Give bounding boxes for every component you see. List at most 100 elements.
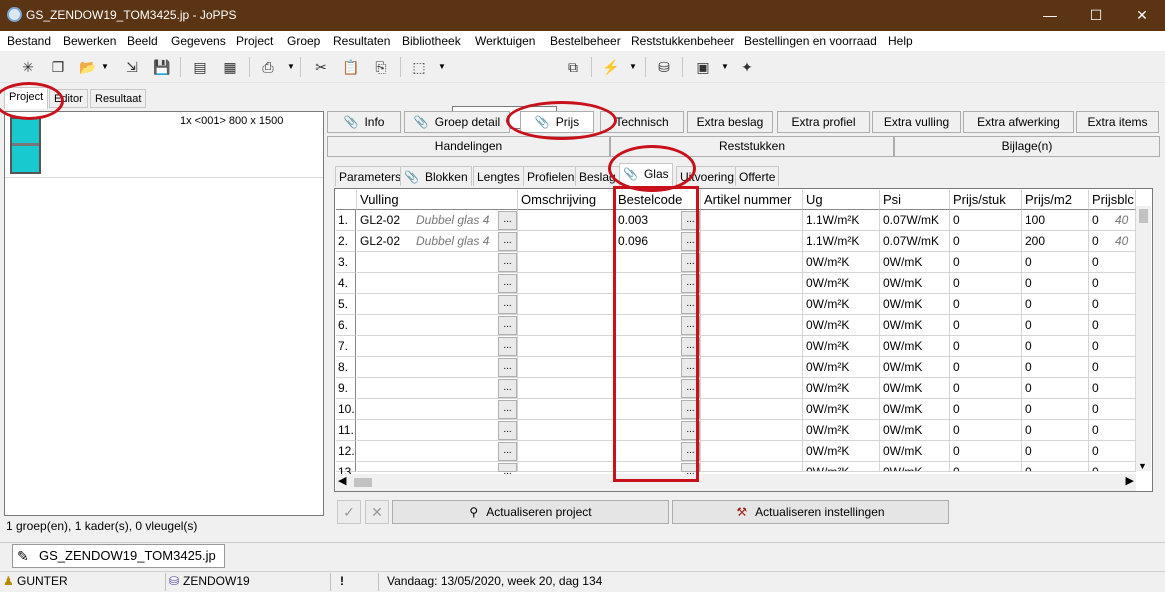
cell-psi[interactable]: 0W/mK xyxy=(880,420,950,441)
row-number[interactable]: 7. xyxy=(336,336,356,357)
cell-psi[interactable]: 0W/mK xyxy=(880,273,950,294)
cell-stuk[interactable]: 0 xyxy=(950,336,1022,357)
cell-m2[interactable]: 0 xyxy=(1022,399,1089,420)
cell-vulling[interactable] xyxy=(357,462,518,472)
cell-artikel[interactable] xyxy=(701,441,803,462)
vulling-browse-button[interactable]: ... xyxy=(498,232,517,251)
menu-bestellingen[interactable]: Bestellingen en voorraad xyxy=(744,34,877,48)
cell-m2[interactable]: 0 xyxy=(1022,315,1089,336)
row-number[interactable]: 13. xyxy=(336,462,356,479)
cell-vulling[interactable] xyxy=(357,273,518,294)
cell-vulling[interactable] xyxy=(357,336,518,357)
cell-psi[interactable]: 0W/mK xyxy=(880,294,950,315)
cell-ug[interactable]: 0W/m²K xyxy=(803,441,880,462)
cell-ug[interactable]: 0W/m²K xyxy=(803,315,880,336)
select-dropdown-icon[interactable]: ▼ xyxy=(437,56,447,78)
cell-stuk[interactable]: 0 xyxy=(950,420,1022,441)
printer-icon[interactable]: ⎙ xyxy=(257,56,279,78)
extra-afwerking-button[interactable]: Extra afwerking xyxy=(963,111,1074,133)
cell-stuk[interactable]: 0 xyxy=(950,315,1022,336)
cut-icon[interactable]: ✂ xyxy=(310,56,332,78)
vertical-scrollbar[interactable]: ▼ xyxy=(1136,206,1151,471)
cell-stuk[interactable]: 0 xyxy=(950,378,1022,399)
bestelcode-browse-button[interactable]: ... xyxy=(681,442,700,461)
menu-resultaten[interactable]: Resultaten xyxy=(333,34,390,48)
extra-items-button[interactable]: Extra items xyxy=(1076,111,1159,133)
cell-ug[interactable]: 0W/m²K xyxy=(803,357,880,378)
cell-psi[interactable]: 0W/mK xyxy=(880,315,950,336)
vulling-browse-button[interactable]: ... xyxy=(498,295,517,314)
tab-resultaat[interactable]: Resultaat xyxy=(90,89,147,108)
cell-m2[interactable]: 0 xyxy=(1022,378,1089,399)
cell-m2[interactable]: 0 xyxy=(1022,441,1089,462)
menu-groep[interactable]: Groep xyxy=(287,34,320,48)
menu-project[interactable]: Project xyxy=(236,34,273,48)
row-number[interactable]: 5. xyxy=(336,294,356,315)
cell-omschr[interactable] xyxy=(518,357,615,378)
cell-blc[interactable]: 0 40 xyxy=(1089,231,1136,252)
extra-vulling-button[interactable]: Extra vulling xyxy=(872,111,961,133)
scroll-left-icon[interactable]: ◀ xyxy=(338,474,346,487)
cell-vulling[interactable] xyxy=(357,420,518,441)
confirm-button[interactable]: ✓ xyxy=(337,500,361,524)
vulling-browse-button[interactable]: ... xyxy=(498,316,517,335)
cell-omschr[interactable] xyxy=(518,273,615,294)
cell-ug[interactable]: 0W/m²K xyxy=(803,399,880,420)
export-icon[interactable]: ⇲ xyxy=(121,56,143,78)
cell-m2[interactable]: 200 xyxy=(1022,231,1089,252)
print-preview-icon[interactable]: ▤ xyxy=(189,56,211,78)
cell-stuk[interactable]: 0 xyxy=(950,273,1022,294)
paste-icon[interactable]: 📋 xyxy=(340,56,362,78)
cell-omschr[interactable] xyxy=(518,231,615,252)
extra-profiel-button[interactable]: Extra profiel xyxy=(777,111,870,133)
reststukken-button[interactable]: Reststukken xyxy=(610,136,894,157)
scroll-down-icon[interactable]: ▼ xyxy=(1138,461,1147,471)
cell-blc[interactable]: 0 40 xyxy=(1089,210,1136,231)
column-header-vulling[interactable]: Vulling xyxy=(357,190,518,210)
tab-beslag[interactable]: Beslag xyxy=(575,166,620,186)
database-help-icon[interactable]: ⛁ xyxy=(653,56,675,78)
cell-m2[interactable]: 0 xyxy=(1022,420,1089,441)
column-header-psi[interactable]: Psi xyxy=(880,190,950,210)
cell-ug[interactable]: 0W/m²K xyxy=(803,252,880,273)
row-number[interactable]: 1. xyxy=(336,210,356,231)
cell-blc[interactable]: 0 xyxy=(1089,273,1136,294)
actualiseren-instellingen-button[interactable]: ⚒ Actualiseren instellingen xyxy=(672,500,949,524)
cell-artikel[interactable] xyxy=(701,357,803,378)
cancel-button[interactable]: ✕ xyxy=(365,500,389,524)
cell-omschr[interactable] xyxy=(518,420,615,441)
cell-stuk[interactable]: 0 xyxy=(950,252,1022,273)
tab-profielen[interactable]: Profielen xyxy=(523,166,579,186)
vulling-browse-button[interactable]: ... xyxy=(498,379,517,398)
menu-beeld[interactable]: Beeld xyxy=(127,34,158,48)
cell-psi[interactable]: 0W/mK xyxy=(880,462,950,472)
select-frame-icon[interactable]: ⬚ xyxy=(408,56,430,78)
info-button[interactable]: 📎 Info xyxy=(327,111,401,133)
row-number[interactable]: 9. xyxy=(336,378,356,399)
printer-dropdown-icon[interactable]: ▼ xyxy=(286,56,296,78)
menu-bestelbeheer[interactable]: Bestelbeheer xyxy=(550,34,621,48)
row-number[interactable]: 10. xyxy=(336,399,356,420)
cell-vulling[interactable]: GL2-02 Dubbel glas 4 xyxy=(357,231,518,252)
maximize-button[interactable]: ☐ xyxy=(1073,0,1119,31)
handelingen-button[interactable]: Handelingen xyxy=(327,136,610,157)
cell-ug[interactable]: 0W/m²K xyxy=(803,294,880,315)
cell-psi[interactable]: 0W/mK xyxy=(880,399,950,420)
vertical-scroll-thumb[interactable] xyxy=(1139,209,1148,223)
cell-blc[interactable]: 0 xyxy=(1089,399,1136,420)
horizontal-scrollbar[interactable]: ◀ ▶ xyxy=(336,474,1136,491)
tab-parameters[interactable]: Parameters xyxy=(335,166,406,186)
calendar-icon[interactable]: ▣ xyxy=(692,56,714,78)
cell-m2[interactable]: 100 xyxy=(1022,210,1089,231)
bestelcode-browse-button[interactable]: ... xyxy=(681,232,700,251)
cell-artikel[interactable] xyxy=(701,336,803,357)
cell-blc[interactable]: 0 xyxy=(1089,315,1136,336)
cell-artikel[interactable] xyxy=(701,273,803,294)
cell-psi[interactable]: 0W/mK xyxy=(880,357,950,378)
bestelcode-browse-button[interactable]: ... xyxy=(681,421,700,440)
menu-help[interactable]: Help xyxy=(888,34,913,48)
cell-omschr[interactable] xyxy=(518,294,615,315)
cell-stuk[interactable]: 0 xyxy=(950,294,1022,315)
cell-ug[interactable]: 0W/m²K xyxy=(803,378,880,399)
vulling-browse-button[interactable]: ... xyxy=(498,463,517,477)
